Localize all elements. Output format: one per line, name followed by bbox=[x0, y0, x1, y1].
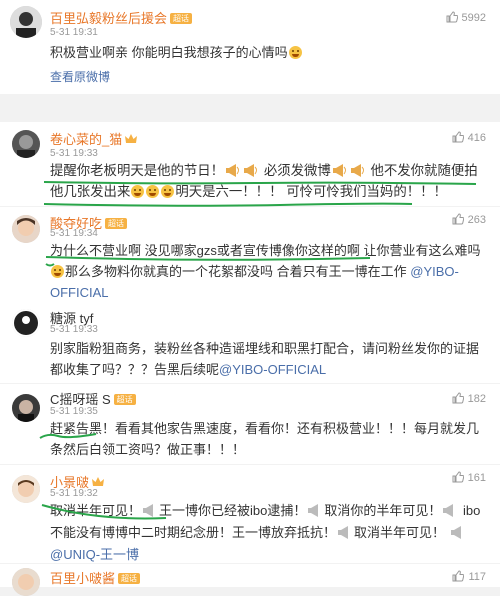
super-topic-badge: 超话 bbox=[170, 13, 193, 24]
crown-icon bbox=[92, 477, 105, 486]
comment-author[interactable]: 卷心菜的_猫 bbox=[50, 129, 138, 148]
comment-item: 小景啵 5-31 19:32 161 取消半年可见！ 王一博你已经被ibo逮捕！取… bbox=[0, 465, 500, 563]
smile-emoji-icon bbox=[288, 46, 302, 59]
comment-text: 为什么不营业啊 没见哪家gzs或者宣传博像你这样的啊 让你营业有这么难吗 那么多… bbox=[50, 243, 481, 300]
super-topic-badge: 超话 bbox=[118, 573, 141, 584]
like-count: 117 bbox=[468, 571, 486, 583]
like-count: 416 bbox=[467, 132, 486, 144]
thumbs-up-icon bbox=[452, 131, 464, 143]
mention-link[interactable]: @UNIQ-王一博 bbox=[50, 547, 139, 562]
comment-text: 赶紧告黑！看看其他家告黑速度，看看你！还有积极营业！！！每月就发几条然后白领工资… bbox=[50, 421, 480, 457]
horn-emoji-icon bbox=[443, 504, 454, 517]
avatar[interactable] bbox=[12, 309, 40, 337]
comment-text: 别家脂粉狙商务，装粉丝各种造谣埋线和职黑打配合，请问粉丝发你的证据都收集了吗？？… bbox=[50, 341, 480, 377]
horn-emoji-icon bbox=[338, 526, 349, 539]
like-button[interactable]: 263 bbox=[452, 213, 486, 226]
like-count: 161 bbox=[467, 472, 486, 484]
thumbs-up-icon bbox=[452, 213, 464, 225]
view-original-link[interactable]: 查看原微博 bbox=[50, 68, 110, 85]
comment-text: 提醒你老板明天是他的节日！ 必须发微博 他不发你就随便拍他几张发出来 明天是六一！… bbox=[50, 163, 478, 199]
comment-item: 糖源 tyf 5-31 19:33 别家脂粉狙商务，装粉丝各种造谣埋线和职黑打配… bbox=[0, 297, 500, 383]
horn-emoji-icon bbox=[308, 504, 319, 517]
comment-time: 5-31 19:32 bbox=[50, 488, 98, 499]
like-button[interactable]: 5992 bbox=[446, 11, 486, 24]
mention-link[interactable]: @YIBO-OFFICIAL bbox=[219, 362, 326, 377]
like-count: 263 bbox=[467, 214, 486, 226]
comment-item: C摇呀瑶 S 超话 5-31 19:35 182 赶紧告黑！看看其他家告黑速度，看… bbox=[0, 384, 500, 464]
super-topic-badge: 超话 bbox=[105, 218, 128, 229]
like-button[interactable]: 117 bbox=[452, 570, 486, 583]
thumbs-up-icon bbox=[446, 11, 458, 23]
comment-author[interactable]: 百里小啵酱 超话 bbox=[50, 568, 141, 587]
crown-icon bbox=[125, 134, 138, 143]
avatar[interactable] bbox=[12, 130, 40, 158]
smile-emoji-icon bbox=[131, 185, 145, 198]
post-author[interactable]: 百里弘毅粉丝后援会 超话 bbox=[50, 8, 193, 27]
comment-item: 酸夺好吃 超话 5-31 19:34 263 为什么不营业啊 没见哪家gzs或者宣… bbox=[0, 207, 500, 300]
comment-time: 5-31 19:35 bbox=[50, 406, 98, 417]
horn-emoji-icon bbox=[350, 164, 364, 177]
like-button[interactable]: 416 bbox=[452, 131, 486, 144]
original-post: 百里弘毅粉丝后援会 超话 5-31 19:31 5992 积极营业啊亲 你能明白我… bbox=[0, 0, 500, 94]
horn-emoji-icon bbox=[226, 164, 240, 177]
comment-item: 卷心菜的_猫 5-31 19:33 416 提醒你老板明天是他的节日！ 必须发微… bbox=[0, 122, 500, 207]
like-count: 5992 bbox=[461, 12, 486, 24]
smile-emoji-icon bbox=[146, 185, 160, 198]
avatar[interactable] bbox=[12, 394, 40, 422]
comment-text: 取消半年可见！ 王一博你已经被ibo逮捕！ 取消你的半年可见！ ibo不能没有博博中… bbox=[50, 503, 481, 562]
like-button[interactable]: 161 bbox=[452, 471, 486, 484]
thumbs-up-icon bbox=[452, 471, 464, 483]
post-text: 积极营业啊亲 你能明白我想孩子的心情吗 bbox=[50, 42, 482, 63]
post-time: 5-31 19:31 bbox=[50, 27, 98, 38]
like-count: 182 bbox=[467, 393, 486, 405]
horn-emoji-icon bbox=[450, 526, 461, 539]
smile-emoji-icon bbox=[161, 185, 175, 198]
smile-emoji-icon bbox=[51, 265, 64, 278]
thumbs-up-icon bbox=[452, 392, 464, 404]
avatar[interactable] bbox=[12, 475, 40, 503]
comment-time: 5-31 19:33 bbox=[50, 148, 98, 159]
like-button[interactable]: 182 bbox=[452, 392, 486, 405]
horn-emoji-icon bbox=[143, 504, 154, 517]
horn-emoji-icon bbox=[244, 164, 258, 177]
avatar[interactable] bbox=[12, 215, 40, 243]
super-topic-badge: 超话 bbox=[113, 394, 136, 405]
comment-item: 百里小啵酱 超话 117 bbox=[0, 564, 500, 596]
comment-time: 5-31 19:33 bbox=[50, 324, 98, 335]
horn-emoji-icon bbox=[332, 164, 346, 177]
comment-time: 5-31 19:34 bbox=[50, 228, 98, 239]
avatar[interactable] bbox=[10, 6, 42, 38]
avatar[interactable] bbox=[12, 568, 40, 596]
thumbs-up-icon bbox=[452, 570, 465, 582]
